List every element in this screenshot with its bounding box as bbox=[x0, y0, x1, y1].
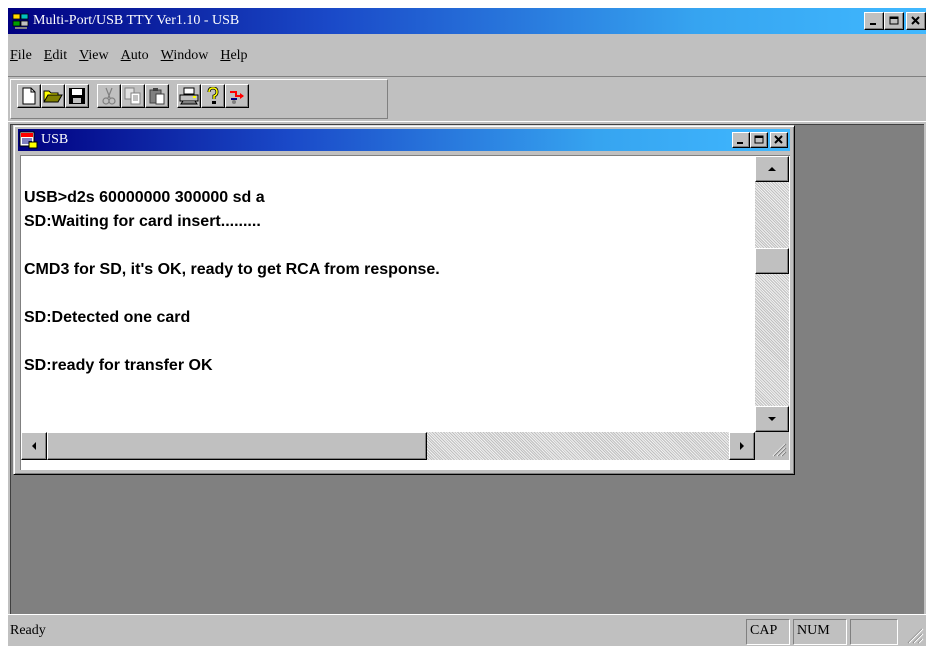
vertical-scrollbar[interactable] bbox=[755, 156, 789, 432]
app-window: Multi-Port/USB TTY Ver1.10 - USB File Ed… bbox=[8, 8, 926, 646]
copy-icon bbox=[124, 87, 141, 105]
print-button[interactable] bbox=[177, 84, 201, 108]
child-close-button[interactable] bbox=[770, 132, 788, 148]
arrow-down-icon bbox=[768, 417, 776, 421]
print-icon bbox=[179, 87, 199, 105]
menu-file[interactable]: File bbox=[8, 48, 40, 64]
status-size-grip-icon[interactable] bbox=[904, 625, 924, 645]
minimize-icon bbox=[870, 23, 876, 25]
toolbar-band bbox=[10, 79, 388, 119]
menu-bar: File Edit View Auto Window Help bbox=[8, 46, 256, 66]
terminal-line: USB>d2s 60000000 300000 sd a bbox=[24, 189, 265, 206]
menu-help[interactable]: Help bbox=[216, 48, 255, 64]
toolbar bbox=[8, 76, 926, 122]
caption-buttons bbox=[864, 12, 926, 30]
child-title: USB bbox=[41, 132, 69, 147]
close-button[interactable] bbox=[906, 12, 926, 30]
new-icon bbox=[22, 87, 36, 105]
new-button[interactable] bbox=[17, 84, 41, 108]
menu-window[interactable]: Window bbox=[157, 48, 217, 64]
menu-auto[interactable]: Auto bbox=[117, 48, 157, 64]
horizontal-scroll-thumb[interactable] bbox=[47, 432, 427, 460]
scroll-up-button[interactable] bbox=[755, 156, 789, 182]
help-button[interactable] bbox=[201, 84, 225, 108]
mdi-area[interactable]: USB USB>d2s 60000000 300000 sd a SD:Wait… bbox=[10, 124, 924, 614]
scroll-down-button[interactable] bbox=[755, 406, 789, 432]
child-minimize-button[interactable] bbox=[732, 132, 750, 148]
minimize-button[interactable] bbox=[864, 12, 884, 30]
menu-edit[interactable]: Edit bbox=[40, 48, 75, 64]
terminal-line: SD:Waiting for card insert......... bbox=[24, 213, 261, 230]
arrow-left-icon bbox=[32, 442, 36, 450]
close-icon bbox=[774, 135, 783, 144]
status-text: Ready bbox=[10, 623, 46, 638]
document-icon[interactable] bbox=[19, 131, 39, 149]
terminal-line: CMD3 for SD, it's OK, ready to get RCA f… bbox=[24, 261, 440, 278]
maximize-icon bbox=[754, 135, 763, 144]
num-indicator: NUM bbox=[793, 619, 847, 645]
copy-button[interactable] bbox=[121, 84, 145, 108]
app-title: Multi-Port/USB TTY Ver1.10 - USB bbox=[33, 13, 240, 28]
save-button[interactable] bbox=[65, 84, 89, 108]
maximize-icon bbox=[889, 16, 898, 25]
resize-grip-icon bbox=[772, 443, 787, 457]
child-title-bar[interactable]: USB bbox=[18, 129, 790, 151]
cap-indicator: CAP bbox=[746, 619, 790, 645]
connect-button[interactable] bbox=[225, 84, 249, 108]
child-maximize-button[interactable] bbox=[750, 132, 768, 148]
terminal-output[interactable]: USB>d2s 60000000 300000 sd a SD:Waiting … bbox=[21, 156, 754, 432]
paste-icon bbox=[149, 88, 165, 105]
app-icon[interactable] bbox=[12, 12, 30, 30]
help-icon bbox=[207, 87, 219, 104]
arrow-up-icon bbox=[768, 167, 776, 171]
title-bar[interactable]: Multi-Port/USB TTY Ver1.10 - USB bbox=[8, 8, 926, 34]
open-button[interactable] bbox=[41, 84, 65, 108]
scroll-right-button[interactable] bbox=[729, 432, 755, 460]
paste-button[interactable] bbox=[145, 84, 169, 108]
terminal-line: SD:ready for transfer OK bbox=[24, 357, 213, 374]
num-label: NUM bbox=[797, 623, 830, 638]
open-icon bbox=[43, 90, 63, 103]
terminal-client[interactable]: USB>d2s 60000000 300000 sd a SD:Waiting … bbox=[20, 155, 790, 470]
size-grip[interactable] bbox=[755, 432, 789, 460]
horizontal-scrollbar[interactable] bbox=[21, 432, 755, 460]
scroll-indicator bbox=[850, 619, 898, 645]
status-bar: Ready CAP NUM bbox=[8, 614, 926, 646]
maximize-button[interactable] bbox=[884, 12, 904, 30]
terminal-line: SD:Detected one card bbox=[24, 309, 191, 326]
vertical-scroll-thumb[interactable] bbox=[755, 248, 789, 274]
connect-icon bbox=[230, 91, 244, 104]
close-icon bbox=[911, 16, 920, 25]
minimize-icon bbox=[737, 142, 743, 144]
child-caption-buttons bbox=[732, 132, 788, 148]
save-icon bbox=[69, 88, 85, 104]
arrow-right-icon bbox=[740, 442, 744, 450]
cap-label: CAP bbox=[750, 623, 778, 638]
scroll-left-button[interactable] bbox=[21, 432, 47, 460]
usb-child-window[interactable]: USB USB>d2s 60000000 300000 sd a SD:Wait… bbox=[13, 125, 795, 475]
cut-button[interactable] bbox=[97, 84, 121, 108]
menu-view[interactable]: View bbox=[75, 48, 117, 64]
cut-icon bbox=[102, 87, 116, 105]
